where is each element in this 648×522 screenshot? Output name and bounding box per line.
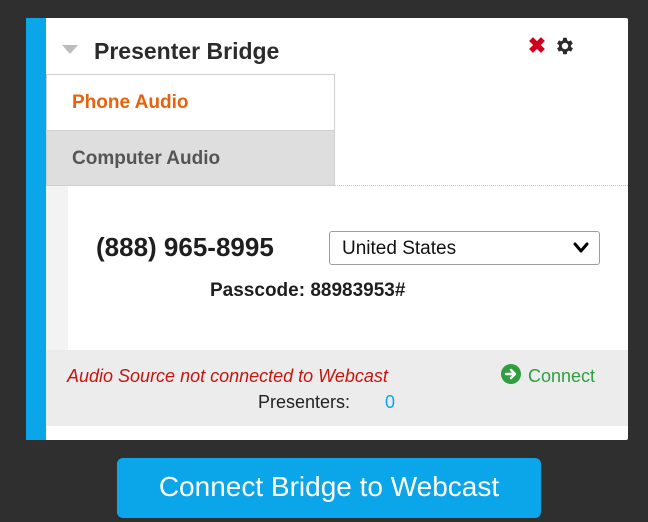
chevron-down-icon [573, 242, 589, 253]
gear-icon[interactable] [554, 35, 576, 57]
connect-bridge-button[interactable]: Connect Bridge to Webcast [117, 458, 541, 518]
status-message: Audio Source not connected to Webcast [67, 366, 388, 386]
presenter-bridge-panel: Presenter Bridge ✖ Phone Audio Computer … [26, 18, 628, 440]
status-area: Audio Source not connected to Webcast Co… [46, 350, 628, 426]
tab-computer-audio-label: Computer Audio [72, 148, 221, 169]
tab-phone-audio-label: Phone Audio [72, 92, 189, 113]
country-select-value: United States [342, 238, 457, 259]
presenters-label: Presenters: [258, 392, 351, 412]
panel-title: Presenter Bridge [94, 38, 280, 64]
phone-number: (888) 965-8995 [96, 232, 274, 262]
country-select[interactable]: United States [329, 231, 600, 265]
close-icon[interactable]: ✖ [526, 35, 548, 57]
presenters-count[interactable]: 0 [385, 392, 395, 413]
tab-computer-audio[interactable]: Computer Audio [46, 130, 335, 186]
passcode: Passcode: 88983953# [210, 280, 406, 301]
collapse-triangle-icon[interactable] [62, 45, 78, 54]
tab-phone-audio[interactable]: Phone Audio [46, 74, 335, 130]
connect-label: Connect [528, 366, 596, 386]
panel-header: Presenter Bridge ✖ [46, 18, 628, 74]
arrow-circle-right-icon [501, 364, 521, 384]
tabs-divider [335, 185, 628, 186]
accent-bar [26, 18, 46, 440]
